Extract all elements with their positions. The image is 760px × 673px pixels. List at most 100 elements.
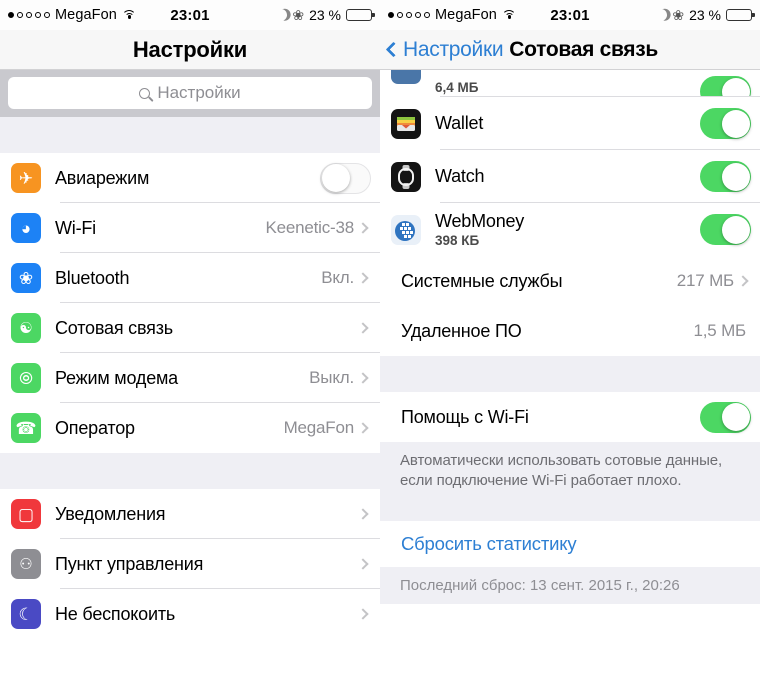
row-label: Wi-Fi: [55, 217, 96, 238]
wallet-app-icon: [391, 108, 421, 139]
sidebar-item-bluetooth[interactable]: ❀ Bluetooth Вкл.: [0, 253, 380, 303]
notifications-icon: ▢: [11, 499, 41, 529]
app-data-usage: 398 КБ: [435, 233, 480, 248]
row-value: 1,5 МБ: [693, 321, 747, 340]
control-center-icon: ⚇: [11, 549, 41, 579]
nav-bar-left: Настройки: [0, 30, 380, 70]
battery-percent-label: 23 %: [689, 7, 721, 23]
row-label: Watch: [435, 166, 485, 186]
row-label: Режим модема: [55, 367, 178, 388]
airplane-icon: ✈: [11, 163, 41, 193]
status-bar-left: MegaFon 23:01 ❀ 23 %: [0, 0, 380, 30]
row-value: Выкл.: [309, 368, 354, 387]
search-input[interactable]: Настройки: [8, 77, 372, 109]
list-item-system-services[interactable]: Системные службы 217 МБ: [380, 256, 760, 306]
status-bar-indicators: ❀ 23 %: [654, 7, 755, 23]
reset-statistics-button[interactable]: Сбросить статистику: [380, 520, 760, 567]
sidebar-item-cellular[interactable]: ☯ Сотовая связь: [0, 303, 380, 353]
wallet-glyph: [397, 116, 415, 131]
chevron-left-icon: [385, 41, 402, 58]
nav-bar-right: Настройки Сотовая связь: [380, 30, 760, 70]
watch-app-icon: [391, 161, 421, 192]
webmoney-glyph: [395, 220, 415, 241]
app-cellular-toggle[interactable]: [700, 108, 751, 139]
section-gap: [380, 356, 760, 392]
back-button-label: Настройки: [403, 37, 504, 61]
row-label: Wallet: [435, 113, 484, 133]
row-label: Пункт управления: [55, 553, 204, 574]
app-text-stack: WebMoney 398 КБ: [435, 211, 524, 248]
sidebar-item-control-center[interactable]: ⚇ Пункт управления: [0, 539, 380, 589]
row-label: Удаленное ПО: [401, 320, 522, 341]
chevron-right-icon: [357, 222, 369, 234]
app-cellular-toggle[interactable]: [700, 214, 751, 245]
do-not-disturb-icon: ☾: [11, 599, 41, 629]
sidebar-item-wifi[interactable]: ◕ Wi-Fi Keenetic-38: [0, 203, 380, 253]
row-value: Keenetic-38: [265, 218, 354, 237]
settings-group-notifications: ▢ Уведомления ⚇ Пункт управления ☾ Не бе…: [0, 489, 380, 639]
row-value: Вкл.: [321, 268, 354, 287]
airplane-mode-toggle[interactable]: [320, 162, 371, 194]
section-gap: [0, 453, 380, 489]
cellular-app-list: 6,4 МБ Wallet Watch WebMoney 398 КБ Сист…: [380, 70, 760, 356]
app-data-usage: 6,4 МБ: [435, 80, 479, 95]
row-label: Оператор: [55, 417, 135, 438]
back-button[interactable]: Настройки: [385, 37, 504, 62]
wifi-icon: ◕: [11, 213, 41, 243]
search-icon: [139, 87, 151, 99]
battery-percent-label: 23 %: [309, 7, 341, 23]
list-item-app-partial[interactable]: 6,4 МБ: [380, 70, 760, 107]
sidebar-item-carrier[interactable]: ☎ Оператор MegaFon: [0, 403, 380, 453]
chevron-right-icon: [357, 422, 369, 434]
chevron-right-icon: [357, 272, 369, 284]
webmoney-app-icon: [391, 214, 421, 245]
battery-icon: [726, 9, 755, 21]
row-value: MegaFon: [283, 418, 355, 437]
page-title: Настройки: [132, 36, 248, 62]
app-text-stack: 6,4 МБ: [435, 79, 478, 95]
row-label: WebMoney: [435, 211, 525, 231]
row-label: Не беспокоить: [55, 603, 176, 624]
page-title: Сотовая связь: [509, 37, 659, 61]
sidebar-item-airplane-mode[interactable]: ✈ Авиарежим: [0, 153, 380, 203]
cellular-detail-screen: MegaFon 23:01 ❀ 23 % Настройки Сотовая с…: [380, 0, 760, 673]
battery-icon: [346, 9, 375, 21]
list-item-app-wallet[interactable]: Wallet: [380, 97, 760, 150]
row-label: Сотовая связь: [55, 317, 173, 338]
section-gap: [380, 504, 760, 521]
row-label: Системные службы: [401, 270, 563, 291]
wifi-assist-group: Помощь с Wi-Fi: [380, 392, 760, 442]
bluetooth-icon: ❀: [11, 263, 41, 293]
chevron-right-icon: [357, 608, 369, 620]
search-bar-container: Настройки: [0, 70, 380, 117]
carrier-phone-icon: ☎: [11, 413, 41, 443]
status-bar-right: MegaFon 23:01 ❀ 23 %: [380, 0, 760, 30]
list-item-app-watch[interactable]: Watch: [380, 150, 760, 203]
chevron-right-icon: [357, 372, 369, 384]
search-placeholder: Настройки: [157, 83, 241, 102]
dual-phone-screenshot: MegaFon 23:01 ❀ 23 % Настройки Настройки: [0, 0, 760, 673]
status-bar-indicators: ❀ 23 %: [274, 7, 375, 23]
settings-main-screen: MegaFon 23:01 ❀ 23 % Настройки Настройки: [0, 0, 380, 673]
do-not-disturb-moon-icon: [654, 7, 669, 22]
do-not-disturb-moon-icon: [274, 7, 289, 22]
last-reset-note: Последний сброс: 13 сент. 2015 г., 20:26: [380, 566, 760, 604]
app-cellular-toggle[interactable]: [700, 161, 751, 192]
sidebar-item-personal-hotspot[interactable]: ⦾ Режим модема Выкл.: [0, 353, 380, 403]
sidebar-item-notifications[interactable]: ▢ Уведомления: [0, 489, 380, 539]
row-label: Помощь с Wi-Fi: [401, 406, 529, 427]
chevron-right-icon: [357, 508, 369, 520]
bluetooth-icon: ❀: [672, 7, 685, 23]
wifi-assist-description: Автоматически использовать сотовые данны…: [380, 442, 760, 505]
list-item-uninstalled-apps: Удаленное ПО 1,5 МБ: [380, 306, 760, 356]
personal-hotspot-icon: ⦾: [11, 363, 41, 393]
list-item-app-webmoney[interactable]: WebMoney 398 КБ: [380, 203, 760, 256]
cellular-icon: ☯: [11, 313, 41, 343]
bluetooth-icon: ❀: [292, 7, 305, 23]
sidebar-item-do-not-disturb[interactable]: ☾ Не беспокоить: [0, 589, 380, 639]
settings-group-connectivity: ✈ Авиарежим ◕ Wi-Fi Keenetic-38 ❀ Blueto…: [0, 153, 380, 453]
row-value: 217 МБ: [676, 271, 734, 290]
wifi-assist-toggle[interactable]: [700, 401, 751, 433]
vk-app-icon: [391, 70, 421, 84]
list-item-wifi-assist[interactable]: Помощь с Wi-Fi: [380, 392, 760, 442]
